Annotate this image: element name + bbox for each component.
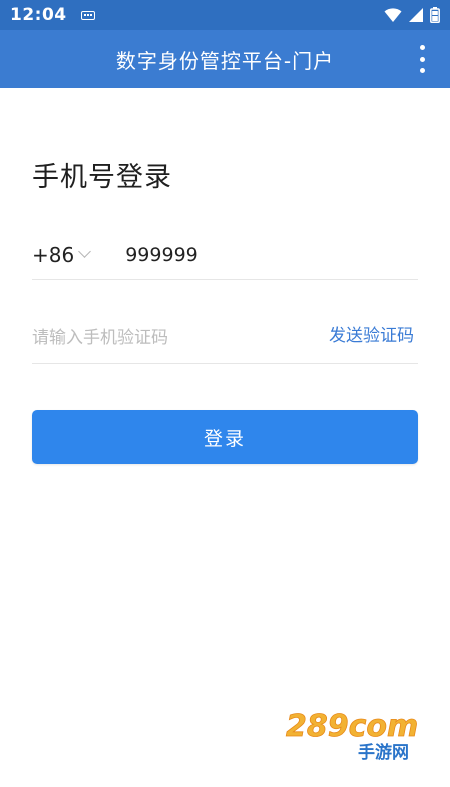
- country-code: +86: [32, 242, 75, 267]
- menu-dot-icon: [419, 56, 425, 62]
- watermark-text: 289com: [286, 709, 418, 744]
- battery-icon: [430, 7, 440, 23]
- send-code-button[interactable]: 发送验证码: [329, 321, 414, 346]
- keyboard-icon: [80, 10, 95, 20]
- page-title: 手机号登录: [32, 162, 172, 193]
- verification-code-row: 发送验证码: [32, 312, 418, 364]
- app-title: 数字身份管控平台-门户: [115, 48, 335, 73]
- watermark-logo: 289com 手游网: [286, 709, 419, 762]
- overflow-menu-button[interactable]: [416, 45, 428, 73]
- menu-dot-icon: [419, 68, 425, 73]
- wifi-icon: [384, 7, 402, 22]
- menu-dot-icon: [419, 45, 425, 50]
- phone-input[interactable]: [125, 243, 366, 266]
- status-time: 12:04: [10, 5, 67, 25]
- country-code-selector[interactable]: +86: [32, 242, 92, 267]
- watermark-subtitle: 手游网: [358, 742, 409, 762]
- status-bar: 12:04: [0, 0, 450, 30]
- status-icons: [384, 7, 440, 23]
- chevron-down-icon: [78, 245, 92, 258]
- phone-row: +86: [32, 230, 418, 280]
- app-bar: 数字身份管控平台-门户: [0, 30, 450, 88]
- verification-code-input[interactable]: [32, 327, 282, 348]
- login-button[interactable]: 登录: [32, 410, 418, 464]
- signal-icon: [409, 7, 423, 22]
